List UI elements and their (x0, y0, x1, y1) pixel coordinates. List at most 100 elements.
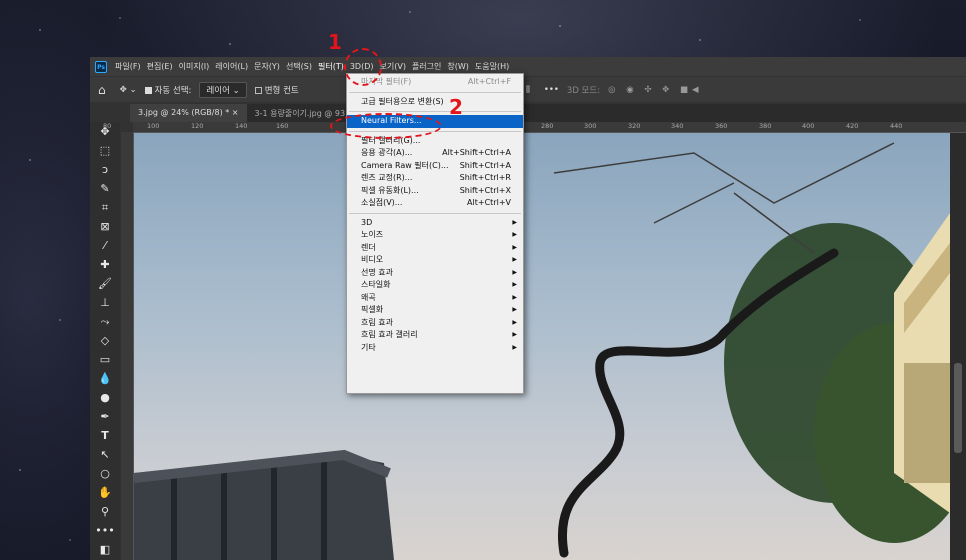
ruler-tick-label: 300 (584, 122, 597, 130)
submenu-arrow-icon: ▶ (512, 256, 517, 263)
tab-document-1[interactable]: 3.jpg @ 24% (RGB/8) * × (130, 104, 247, 122)
menu-item-label: 고급 필터용으로 변환(S) (361, 96, 444, 106)
menu-shortcut: Alt+Ctrl+V (467, 198, 511, 207)
filter-menu-item[interactable]: Camera Raw 필터(C)... Shift+Ctrl+A (347, 160, 523, 173)
checkbox-checked-icon (144, 86, 152, 94)
layer-dropdown-value: 레이어 (206, 85, 230, 96)
type-tool-icon[interactable]: T (90, 426, 120, 445)
shape-tool-icon[interactable]: ○ (90, 464, 120, 483)
filter-menu-item[interactable]: 픽셀 유동화(L)... Shift+Ctrl+X (347, 185, 523, 198)
menu-item-label: 픽셀 유동화(L)... (361, 185, 419, 195)
stamp-tool-icon[interactable]: ⊥ (90, 293, 120, 312)
menu-item[interactable]: 도움말(H) (472, 61, 512, 72)
filter-menu-item[interactable]: 스타일화 ▶ (347, 279, 523, 292)
home-icon[interactable]: ⌂ (98, 83, 106, 97)
filter-menu-item[interactable]: 렌더 ▶ (347, 242, 523, 255)
blur-tool-icon[interactable]: 💧 (90, 369, 120, 388)
eyedropper-tool-icon[interactable]: ⁄ (90, 236, 120, 255)
filter-menu-item[interactable]: 왜곡 ▶ (347, 292, 523, 305)
menu-item-label: Camera Raw 필터(C)... (361, 160, 449, 170)
menu-item[interactable]: 편집(E) (144, 61, 176, 72)
menu-shortcut: Alt+Shift+Ctrl+A (442, 148, 511, 157)
filter-menu-item[interactable]: 응용 광각(A)... Alt+Shift+Ctrl+A (347, 147, 523, 160)
filter-menu-item[interactable]: 선명 효과 ▶ (347, 267, 523, 280)
annotation-number-1: 1 (328, 30, 342, 54)
filter-menu-item[interactable]: 소실점(V)... Alt+Ctrl+V (347, 197, 523, 210)
menu-item[interactable]: 문자(Y) (251, 61, 283, 72)
marquee-tool-icon[interactable]: ⬚ (90, 141, 120, 160)
menu-separator (349, 212, 521, 214)
ruler-tick-label: 420 (846, 122, 859, 130)
hand-tool-icon[interactable]: ✋ (90, 483, 120, 502)
submenu-arrow-icon: ▶ (512, 306, 517, 313)
menu-item-label: 렌즈 교정(R)... (361, 173, 413, 182)
submenu-arrow-icon: ▶ (512, 343, 517, 351)
close-icon[interactable]: × (232, 108, 239, 117)
3d-tools-icons[interactable]: ◎ ◉ ✣ ✥ ■◀ (608, 85, 702, 95)
healing-brush-tool-icon[interactable]: ✚ (90, 255, 120, 274)
crop-tool-icon[interactable]: ⌗ (90, 198, 120, 217)
lasso-tool-icon[interactable]: ↄ (90, 160, 120, 179)
filter-menu-item[interactable]: 픽셀화 ▶ (347, 304, 523, 317)
menu-item[interactable]: 창(W) (444, 61, 472, 72)
pen-tool-icon[interactable]: ✒ (90, 407, 120, 426)
menu-separator (349, 111, 521, 112)
transform-controls-checkbox[interactable]: 변형 컨트 (254, 84, 299, 96)
ruler-tick-label: 380 (759, 122, 772, 130)
menu-item[interactable]: 필터(T) (315, 61, 347, 72)
color-swatches-icon[interactable]: ◧ (90, 540, 120, 559)
vertical-scrollbar[interactable] (950, 133, 966, 560)
scrollbar-thumb[interactable] (954, 363, 962, 453)
options-bar: ⌂ ✥ ⌄ 자동 선택: 레이어 ⌄ 변형 컨트 ⫼ ⫼ ⫼ ••• 3D 모드… (90, 77, 966, 102)
tab-document-2[interactable]: 3-1 용량줄이기.jpg @ 93 (247, 108, 354, 119)
gradient-tool-icon[interactable]: ▭ (90, 350, 120, 369)
more-options-icon[interactable]: ••• (544, 85, 559, 95)
menu-shortcut: Shift+Ctrl+R (459, 173, 511, 182)
brush-tool-icon[interactable]: 🖌 (90, 274, 120, 293)
document-tabs: 3.jpg @ 24% (RGB/8) * × 3-1 용량줄이기.jpg @ … (130, 104, 966, 122)
filter-menu-item[interactable]: 렌즈 교정(R)... Shift+Ctrl+R (347, 172, 523, 185)
ruler-tick-label: 360 (715, 122, 728, 130)
ruler-tick-label: 100 (147, 122, 160, 130)
filter-menu-item[interactable]: 3D ▶ (347, 217, 523, 230)
menu-item[interactable]: 플러그인 (409, 61, 444, 72)
frame-tool-icon[interactable]: ⊠ (90, 217, 120, 236)
submenu-arrow-icon: ▶ (512, 293, 517, 301)
zoom-tool-icon[interactable]: ⚲ (90, 502, 120, 521)
ruler-tick-label: 340 (671, 122, 684, 130)
eraser-tool-icon[interactable]: ◇ (90, 331, 120, 350)
ruler-tick-label: 320 (628, 122, 641, 130)
checkbox-unchecked-icon (254, 86, 262, 94)
filter-menu-item[interactable]: 흐림 효과 갤러리 ▶ (347, 329, 523, 342)
more-tools-icon[interactable]: ••• (90, 521, 120, 540)
ruler-tick-label: 280 (541, 122, 554, 130)
menu-item[interactable]: 이미지(I) (176, 61, 213, 72)
menu-shortcut: Alt+Ctrl+F (467, 77, 511, 86)
dodge-tool-icon[interactable]: ● (90, 388, 120, 407)
menu-separator (349, 91, 521, 93)
submenu-arrow-icon: ▶ (512, 231, 517, 238)
filter-menu-item[interactable]: 고급 필터용으로 변환(S) (347, 96, 523, 109)
path-select-tool-icon[interactable]: ↖ (90, 445, 120, 464)
menu-item-label: 픽셀화 (361, 305, 384, 314)
photoshop-window: Ps 파일(F) 편집(E) 이미지(I) 레이어(L) 문자(Y) 선택(S) 필터(T)… (90, 57, 966, 560)
menu-item[interactable]: 레이어(L) (212, 61, 251, 72)
ruler-tick-label: 440 (890, 122, 903, 130)
auto-select-checkbox[interactable]: 자동 선택: (144, 84, 192, 96)
layer-dropdown[interactable]: 레이어 ⌄ (199, 81, 247, 98)
history-brush-tool-icon[interactable]: ⤳ (90, 312, 120, 331)
photo-content (134, 142, 950, 560)
quick-select-tool-icon[interactable]: ✎ (90, 179, 120, 198)
filter-menu-item[interactable]: 흐림 효과 ▶ (347, 317, 523, 330)
move-tool-icon[interactable]: ✥ ⌄ (120, 85, 137, 95)
menu-item[interactable]: 파일(F) (112, 61, 144, 72)
filter-menu-item[interactable]: 기타 ▶ (347, 342, 523, 355)
ps-logo-icon: Ps (95, 60, 107, 73)
submenu-arrow-icon: ▶ (512, 318, 517, 326)
filter-menu-item[interactable]: 비디오 ▶ (347, 254, 523, 267)
menu-item[interactable]: 선택(S) (283, 61, 315, 72)
filter-menu-item[interactable]: 노이즈 ▶ (347, 229, 523, 242)
submenu-arrow-icon: ▶ (512, 331, 517, 338)
auto-select-label: 자동 선택: (154, 85, 192, 96)
image-canvas[interactable] (134, 133, 950, 560)
